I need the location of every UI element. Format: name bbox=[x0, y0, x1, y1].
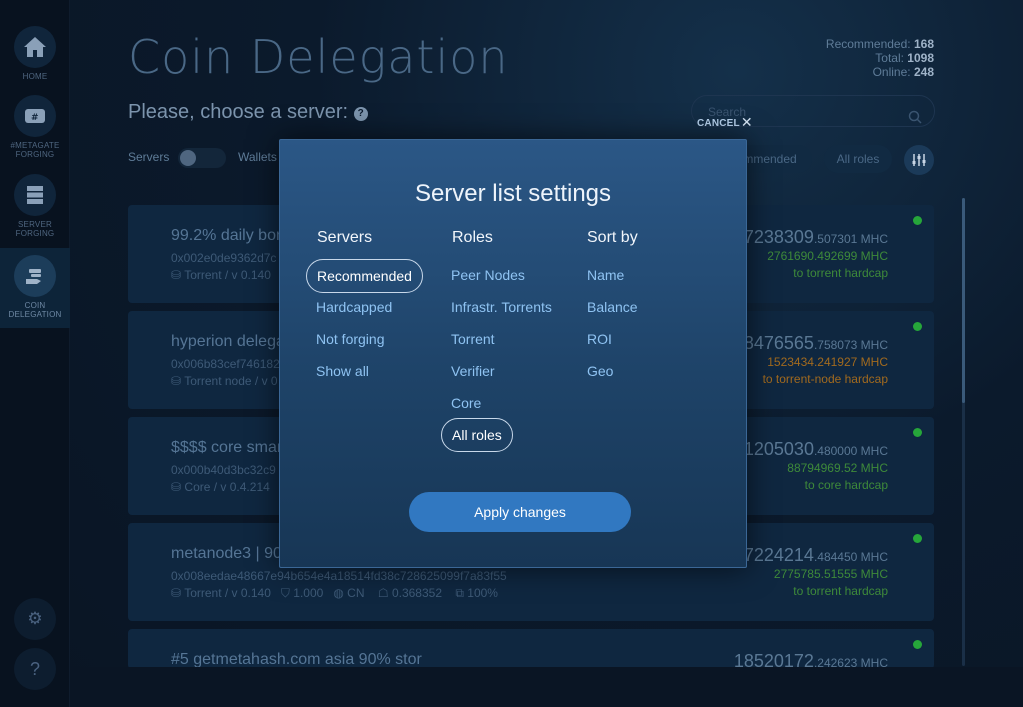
option-core[interactable]: Core bbox=[451, 387, 481, 419]
choose-server-heading: Please, choose a server: ? bbox=[128, 101, 368, 124]
option-torrent[interactable]: Torrent bbox=[451, 323, 495, 355]
sliders-icon bbox=[912, 154, 926, 166]
online-indicator bbox=[913, 428, 922, 437]
option-show-all[interactable]: Show all bbox=[316, 355, 369, 387]
option-all-roles[interactable]: All roles bbox=[441, 418, 513, 452]
help-icon[interactable]: ? bbox=[353, 107, 368, 121]
nav-home[interactable]: HOME bbox=[0, 26, 70, 81]
online-indicator bbox=[913, 322, 922, 331]
wallet-hash-icon: # bbox=[14, 95, 56, 137]
sort-geo[interactable]: Geo bbox=[587, 355, 613, 387]
help-button[interactable]: ? bbox=[14, 648, 56, 690]
cancel-button[interactable]: CANCEL✕ bbox=[697, 114, 753, 131]
filter-button[interactable] bbox=[904, 145, 934, 175]
sort-name[interactable]: Name bbox=[587, 259, 624, 291]
close-icon: ✕ bbox=[740, 114, 753, 130]
option-recommended[interactable]: Recommended bbox=[306, 259, 423, 293]
gear-icon: ⚙ bbox=[27, 609, 43, 628]
nav-coin-delegation-label: COIN DELEGATION bbox=[8, 301, 62, 319]
servers-wallets-toggle[interactable] bbox=[178, 148, 226, 168]
node-icon: ⛁ bbox=[171, 480, 182, 494]
online-indicator bbox=[913, 640, 922, 649]
sort-column-heading: Sort by bbox=[587, 229, 638, 246]
bottom-fade bbox=[70, 667, 1023, 707]
node-icon: ⛁ bbox=[171, 374, 182, 388]
nav-server-forging-label: SERVER FORGING bbox=[15, 220, 55, 238]
home-icon bbox=[14, 26, 56, 68]
option-hardcapped[interactable]: Hardcapped bbox=[316, 291, 392, 323]
apply-changes-button[interactable]: Apply changes bbox=[409, 492, 631, 532]
option-verifier[interactable]: Verifier bbox=[451, 355, 495, 387]
sidebar: HOME # #METAGATE FORGING SERVER FORGING … bbox=[0, 0, 70, 707]
nav-home-label: HOME bbox=[22, 72, 48, 81]
node-icon: ⛁ bbox=[171, 586, 182, 600]
option-not-forging[interactable]: Not forging bbox=[316, 323, 384, 355]
sort-roi[interactable]: ROI bbox=[587, 323, 612, 355]
uptime-icon: ⧉ bbox=[455, 586, 464, 600]
all-roles-pill[interactable]: All roles bbox=[824, 145, 892, 173]
svg-text:#: # bbox=[31, 113, 39, 123]
servers-column-heading: Servers bbox=[317, 229, 373, 246]
server-card[interactable]: #5 getmetahash.com asia 90% stor 1852017… bbox=[128, 629, 934, 669]
online-indicator bbox=[913, 216, 922, 225]
question-icon: ? bbox=[29, 658, 40, 679]
option-peer-nodes[interactable]: Peer Nodes bbox=[451, 259, 525, 291]
server-stats: Recommended: 168 Total: 1098 Online: 248 bbox=[825, 37, 934, 79]
nav-metagate-label: #METAGATE FORGING bbox=[10, 141, 60, 159]
settings-button[interactable]: ⚙ bbox=[14, 598, 56, 640]
coin-hand-icon bbox=[14, 255, 56, 297]
shield-icon: ⛉ bbox=[280, 586, 290, 600]
roles-column-heading: Roles bbox=[452, 229, 493, 246]
sort-balance[interactable]: Balance bbox=[587, 291, 638, 323]
servers-wallets-toggle-row: Servers Wallets bbox=[128, 148, 277, 168]
toggle-servers-label: Servers bbox=[128, 150, 170, 164]
server-icon bbox=[14, 174, 56, 216]
toggle-wallets-label: Wallets bbox=[238, 150, 277, 164]
scrollbar[interactable] bbox=[962, 198, 965, 666]
online-indicator bbox=[913, 534, 922, 543]
nav-metagate-forging[interactable]: # #METAGATE FORGING bbox=[0, 95, 70, 159]
node-icon: ⛁ bbox=[171, 268, 182, 282]
piggy-icon: ☖ bbox=[377, 586, 389, 600]
globe-icon: ◍ bbox=[333, 586, 344, 600]
nav-server-forging[interactable]: SERVER FORGING bbox=[0, 174, 70, 238]
option-infrastr-torrents[interactable]: Infrastr. Torrents bbox=[451, 291, 552, 323]
nav-coin-delegation[interactable]: COIN DELEGATION bbox=[0, 248, 70, 328]
search-icon bbox=[908, 104, 922, 136]
modal-title: Server list settings bbox=[414, 180, 612, 207]
server-list-settings-modal: Server list settings Servers Recommended… bbox=[279, 139, 747, 568]
page-title: Coin Delegation bbox=[128, 30, 509, 84]
